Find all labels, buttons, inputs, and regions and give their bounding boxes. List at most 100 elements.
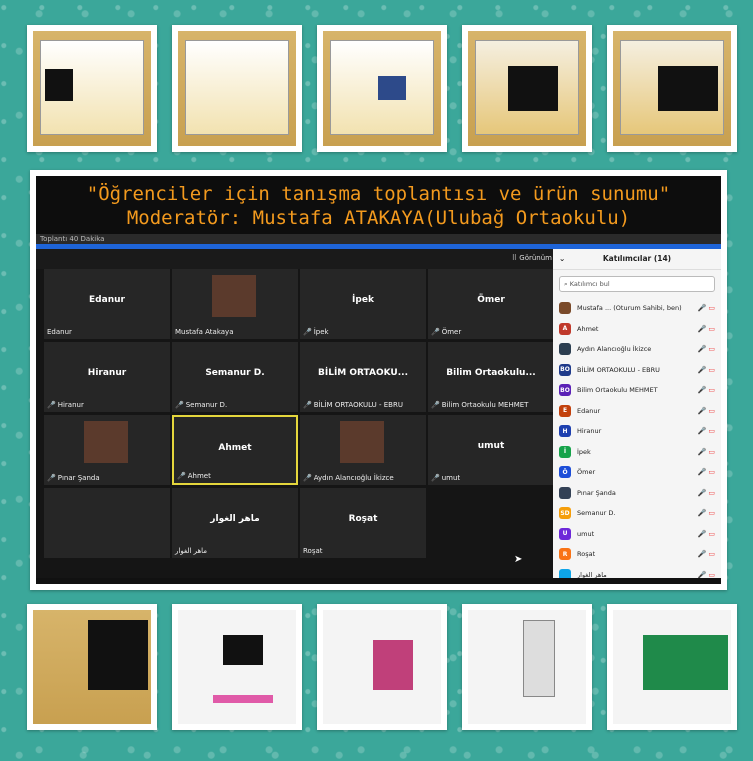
- tile-label: 🎤 Semanur D.: [175, 401, 227, 409]
- video-tile[interactable]: Roşat Roşat: [300, 488, 426, 558]
- participant-row[interactable]: İ İpek 🎤 ▭: [553, 442, 721, 463]
- tile-name: Hiranur: [87, 368, 127, 378]
- tile-label: 🎤 Hiranur: [47, 401, 84, 409]
- tile-label: ماهر الغوار: [175, 547, 207, 555]
- video-tile[interactable]: Ahmet 🎤 Ahmet: [172, 415, 298, 485]
- chevron-down-icon[interactable]: ⌄: [559, 249, 565, 269]
- muted-mic-icon: 🎤 ▭: [697, 427, 715, 436]
- tile-label-text: Aydın Alancıoğlu İkizce: [313, 474, 394, 482]
- participant-row[interactable]: Uumut 🎤 ▭: [553, 524, 721, 545]
- tile-label: Mustafa Atakaya: [175, 328, 234, 336]
- muted-mic-icon: 🎤: [431, 474, 440, 482]
- tile-label-text: ماهر الغوار: [175, 547, 208, 555]
- tile-label-text: Bilim Ortaokulu MEHMET: [441, 401, 529, 409]
- avatar: R: [559, 548, 571, 561]
- muted-mic-icon: 🎤: [303, 328, 312, 336]
- tile-label: 🎤 Ahmet: [177, 472, 211, 480]
- tile-name: Ahmet: [218, 443, 252, 453]
- avatar: [559, 302, 571, 315]
- participants-header: ⌄ Katılımcılar (14): [553, 249, 721, 270]
- thumbnail-photo-8: [317, 604, 447, 730]
- thumbnail-photo-1: [27, 25, 157, 152]
- video-tile[interactable]: Mustafa Atakaya: [172, 269, 298, 339]
- avatar: [559, 486, 571, 499]
- muted-mic-icon: 🎤 ▭: [697, 447, 715, 456]
- participant-row[interactable]: Ö Ömer 🎤 ▭: [553, 462, 721, 483]
- mouse-cursor-icon: ➤: [514, 554, 523, 565]
- thumbnail-photo-6: [27, 604, 157, 730]
- participant-name: Ömer: [577, 468, 596, 477]
- avatar: İ: [559, 445, 571, 458]
- tile-name: ماهر الغوار: [210, 514, 260, 524]
- tile-label: Roşat: [303, 547, 323, 555]
- tile-label-text: Ömer: [441, 328, 462, 336]
- muted-mic-icon: 🎤: [303, 401, 312, 409]
- video-tile[interactable]: Bilim Ortaokulu... 🎤 Bilim Ortaokulu MEHME…: [428, 342, 554, 412]
- view-button[interactable]: ⠿ Görünüm: [512, 254, 552, 262]
- avatar: Ö: [559, 466, 571, 479]
- participant-row[interactable]: R Roşat 🎤 ▭: [553, 544, 721, 565]
- video-tile[interactable]: BİLİM ORTAOKU... 🎤 BİLİM ORTAOKULU - EBRU: [300, 342, 426, 412]
- participant-row[interactable]: Pınar Şanda 🎤 ▭: [553, 483, 721, 504]
- zoom-meeting-photo: "Öğrenciler için tanışma toplantısı ve ü…: [30, 170, 727, 590]
- participant-row[interactable]: BO BİLİM ORTAOKULU - EBRU 🎤 ▭: [553, 360, 721, 381]
- participants-title: Katılımcılar (14): [602, 254, 672, 263]
- participant-name: İpek: [577, 447, 591, 456]
- video-tile[interactable]: Ömer 🎤 Ömer: [428, 269, 554, 339]
- video-tile[interactable]: umut 🎤 umut: [428, 415, 554, 485]
- gallery-header: ⠿ Görünüm: [36, 249, 560, 269]
- video-tile[interactable]: [44, 488, 170, 558]
- video-tile[interactable]: Edanur Edanur: [44, 269, 170, 339]
- participant-video: [212, 275, 256, 317]
- avatar: BO: [559, 384, 571, 397]
- participant-row[interactable]: BO Bilim Ortaokulu MEHMET 🎤 ▭: [553, 380, 721, 401]
- toolbar-edge: [36, 578, 721, 584]
- meeting-timer: Toplantı 40 Dakika: [36, 234, 721, 244]
- tile-label-text: BİLİM ORTAOKULU - EBRU: [313, 401, 403, 409]
- tile-label-text: Pınar Şanda: [57, 474, 100, 482]
- caption-banner: "Öğrenciler için tanışma toplantısı ve ü…: [36, 176, 721, 234]
- tile-name: umut: [477, 441, 505, 451]
- muted-mic-icon: 🎤: [177, 472, 186, 480]
- video-tile[interactable]: 🎤 Pınar Şanda: [44, 415, 170, 485]
- participant-row[interactable]: E Edanur 🎤 ▭: [553, 401, 721, 422]
- thumbnail-photo-4: [462, 25, 592, 152]
- participant-video: [84, 421, 128, 463]
- video-tile[interactable]: İpek 🎤 İpek: [300, 269, 426, 339]
- caption-line-1: "Öğrenciler için tanışma toplantısı ve ü…: [86, 183, 671, 205]
- participant-row[interactable]: H Hiranur 🎤 ▭: [553, 421, 721, 442]
- tile-label-text: Hiranur: [57, 401, 84, 409]
- video-tile[interactable]: Hiranur 🎤 Hiranur: [44, 342, 170, 412]
- avatar: H: [559, 425, 571, 438]
- tile-label-text: umut: [441, 474, 461, 482]
- participant-video: [340, 421, 384, 463]
- muted-mic-icon: 🎤 ▭: [697, 509, 715, 518]
- participant-name: Edanur: [577, 406, 601, 415]
- thumbnail-photo-2: [172, 25, 302, 152]
- video-tile[interactable]: ماهر الغوار ماهر الغوار: [172, 488, 298, 558]
- video-tile[interactable]: Semanur D. 🎤 Semanur D.: [172, 342, 298, 412]
- tile-name: İpek: [352, 295, 374, 305]
- tile-label: 🎤 umut: [431, 474, 460, 482]
- muted-mic-icon: 🎤: [303, 474, 312, 482]
- participant-name: Pınar Şanda: [577, 488, 616, 497]
- caption-line-2: Moderatör: Mustafa ATAKAYA(Ulubağ Ortaok…: [126, 207, 631, 229]
- participant-row[interactable]: A Ahmet 🎤 ▭: [553, 319, 721, 340]
- muted-mic-icon: 🎤 ▭: [697, 304, 715, 313]
- participant-row[interactable]: Mustafa ... (Oturum Sahibi, ben) 🎤 ▭: [553, 298, 721, 319]
- participant-name: umut: [577, 529, 595, 538]
- video-tile[interactable]: 🎤 Aydın Alancıoğlu İkizce: [300, 415, 426, 485]
- muted-mic-icon: 🎤: [431, 401, 440, 409]
- muted-mic-icon: 🎤 ▭: [697, 406, 715, 415]
- muted-mic-icon: 🎤: [431, 328, 440, 336]
- participants-panel: ⌄ Katılımcılar (14) ⌕ Katılımcı bul Musta…: [553, 249, 721, 584]
- tile-label: Edanur: [47, 328, 72, 336]
- view-label: Görünüm: [519, 254, 552, 262]
- participant-search-input[interactable]: ⌕ Katılımcı bul: [559, 276, 715, 292]
- participant-row[interactable]: Aydın Alancıoğlu İkizce 🎤 ▭: [553, 339, 721, 360]
- participant-list: Mustafa ... (Oturum Sahibi, ben) 🎤 ▭ A Ahme…: [553, 298, 721, 584]
- tile-name: Semanur D.: [205, 368, 265, 378]
- tile-name: Roşat: [348, 514, 378, 524]
- tile-label: 🎤 Aydın Alancıoğlu İkizce: [303, 474, 394, 482]
- participant-row[interactable]: SD Semanur D. 🎤 ▭: [553, 503, 721, 524]
